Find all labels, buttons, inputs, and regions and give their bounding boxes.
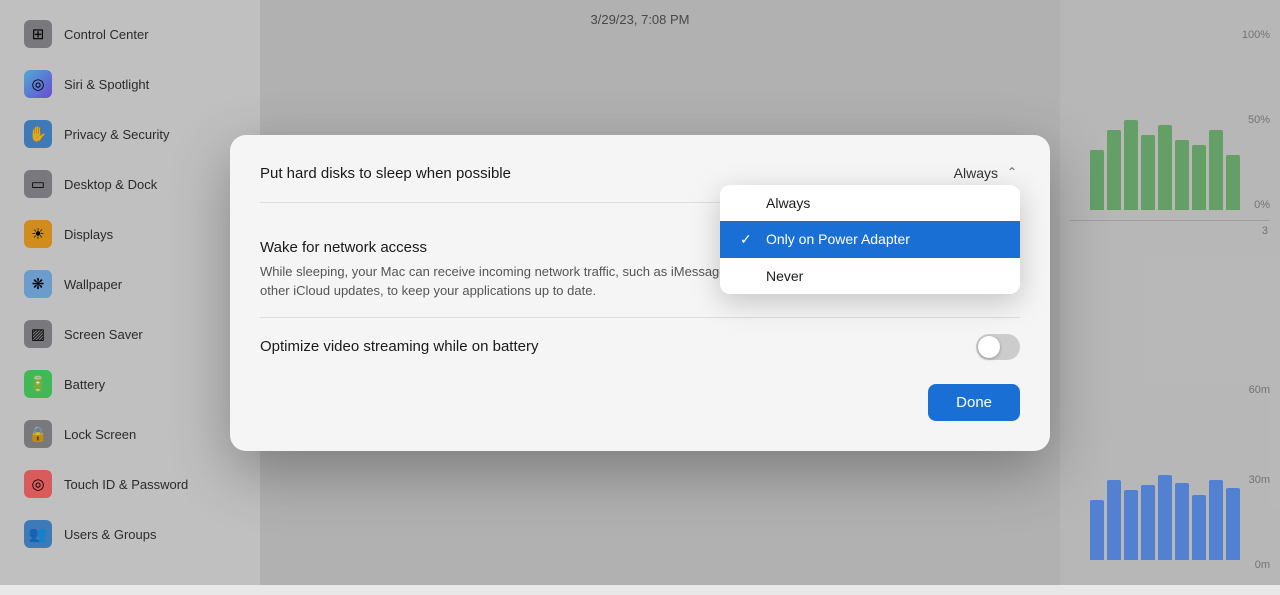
hard-disk-label: Put hard disks to sleep when possible (260, 165, 511, 182)
check-only-power: ✓ (740, 231, 756, 248)
optimize-label: Optimize video streaming while on batter… (260, 338, 538, 355)
option-only-power-label: Only on Power Adapter (766, 231, 910, 247)
done-button[interactable]: Done (928, 384, 1020, 421)
dropdown-item-always[interactable]: Always (720, 185, 1020, 221)
toggle-knob (978, 336, 1000, 358)
optimize-toggle[interactable] (976, 334, 1020, 360)
dropdown-item-only-power[interactable]: ✓ Only on Power Adapter (720, 221, 1020, 258)
wake-description: While sleeping, your Mac can receive inc… (260, 262, 760, 301)
option-never-label: Never (766, 268, 803, 284)
hard-disk-value[interactable]: Always ⌃ (954, 165, 1020, 181)
option-always-label: Always (766, 195, 810, 211)
dialog-overlay: Put hard disks to sleep when possible Al… (0, 0, 1280, 585)
hard-disk-current-value: Always (954, 165, 998, 181)
check-always (740, 195, 756, 211)
hard-disk-row: Put hard disks to sleep when possible Al… (260, 165, 1020, 182)
settings-dialog: Put hard disks to sleep when possible Al… (230, 135, 1050, 451)
optimize-section: Optimize video streaming while on batter… (260, 318, 1020, 360)
dropdown-menu[interactable]: Always ✓ Only on Power Adapter Never (720, 185, 1020, 294)
hard-disk-section: Put hard disks to sleep when possible Al… (260, 165, 1020, 203)
check-never (740, 268, 756, 284)
dialog-footer: Done (260, 384, 1020, 421)
chevron-up-icon: ⌃ (1004, 165, 1020, 181)
dropdown-item-never[interactable]: Never (720, 258, 1020, 294)
